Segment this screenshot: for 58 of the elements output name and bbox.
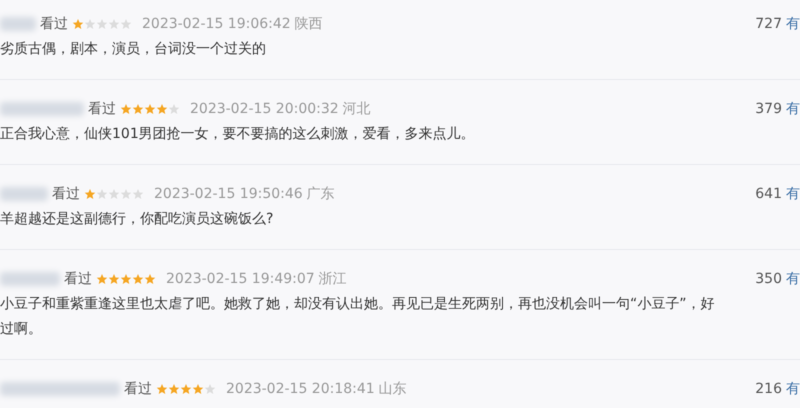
star-icon xyxy=(108,188,120,200)
useful-link[interactable]: 有 xyxy=(786,184,800,204)
star-icon xyxy=(120,18,132,30)
star-icon xyxy=(120,273,132,285)
star-icon xyxy=(96,18,108,30)
blurred-username xyxy=(0,17,36,31)
watched-status: 看过 xyxy=(40,14,68,34)
star-icon xyxy=(120,188,132,200)
vote-count: 641 xyxy=(755,184,782,204)
star-icon xyxy=(192,383,204,395)
star-icon xyxy=(132,188,144,200)
star-icon xyxy=(108,18,120,30)
blurred-username xyxy=(0,272,60,286)
star-icon xyxy=(180,383,192,395)
star-icon xyxy=(96,273,108,285)
star-icon xyxy=(168,383,180,395)
comment-text: 劣质古偶，剧本，演员，台词没一个过关的 xyxy=(0,40,267,59)
star-icon xyxy=(204,383,216,395)
watched-status: 看过 xyxy=(88,100,116,118)
comment-text: 正合我心意，仙侠101男团抢一女，要不要搞的这么刺激，爱看，多来点儿。 xyxy=(0,125,476,144)
star-icon xyxy=(132,103,144,115)
comment-text: 过啊。 xyxy=(0,320,43,339)
useful-link[interactable]: 有 xyxy=(786,14,800,34)
comment-location: 广东 xyxy=(306,184,335,204)
watched-status: 看过 xyxy=(52,184,80,204)
blurred-username xyxy=(0,187,48,201)
comment-location: 陕西 xyxy=(294,14,323,34)
star-icon xyxy=(96,188,108,200)
comment-location: 浙江 xyxy=(318,270,347,288)
comment-time: 2023-02-15 20:18:41 xyxy=(226,380,375,398)
comment-time: 2023-02-15 19:49:07 xyxy=(166,270,315,288)
useful-link[interactable]: 有 xyxy=(786,378,800,400)
vote-count: 379 xyxy=(755,100,782,118)
star-icon xyxy=(132,273,144,285)
comment-text: 小豆子和重紫重逢这里也太虐了吧。她救了她，却没有认出她。再见已是生死两别，再也没机会叫一句“小豆子”，好 xyxy=(0,295,716,314)
star-icon xyxy=(84,18,96,30)
star-icon xyxy=(72,18,84,30)
comment-location: 河北 xyxy=(342,100,371,118)
star-icon xyxy=(156,383,168,395)
watched-status: 看过 xyxy=(64,270,92,288)
star-icon xyxy=(144,103,156,115)
watched-status: 看过 xyxy=(124,380,152,398)
comment-time: 2023-02-15 19:06:42 xyxy=(142,14,291,34)
vote-count: 727 xyxy=(755,14,782,34)
star-icon xyxy=(120,103,132,115)
star-icon xyxy=(168,103,180,115)
comment-time: 2023-02-15 19:50:46 xyxy=(154,184,303,204)
useful-link[interactable]: 有 xyxy=(786,98,800,120)
useful-link[interactable]: 有 xyxy=(786,268,800,290)
star-icon xyxy=(144,273,156,285)
vote-count: 350 xyxy=(755,270,782,288)
star-icon xyxy=(156,103,168,115)
comment-location: 山东 xyxy=(378,380,407,398)
comment-text: 羊超越还是这副德行，你配吃演员这碗饭么? xyxy=(0,210,274,229)
star-icon xyxy=(84,188,96,200)
comment-time: 2023-02-15 20:00:32 xyxy=(190,100,339,118)
star-icon xyxy=(108,273,120,285)
vote-count: 216 xyxy=(755,380,782,398)
